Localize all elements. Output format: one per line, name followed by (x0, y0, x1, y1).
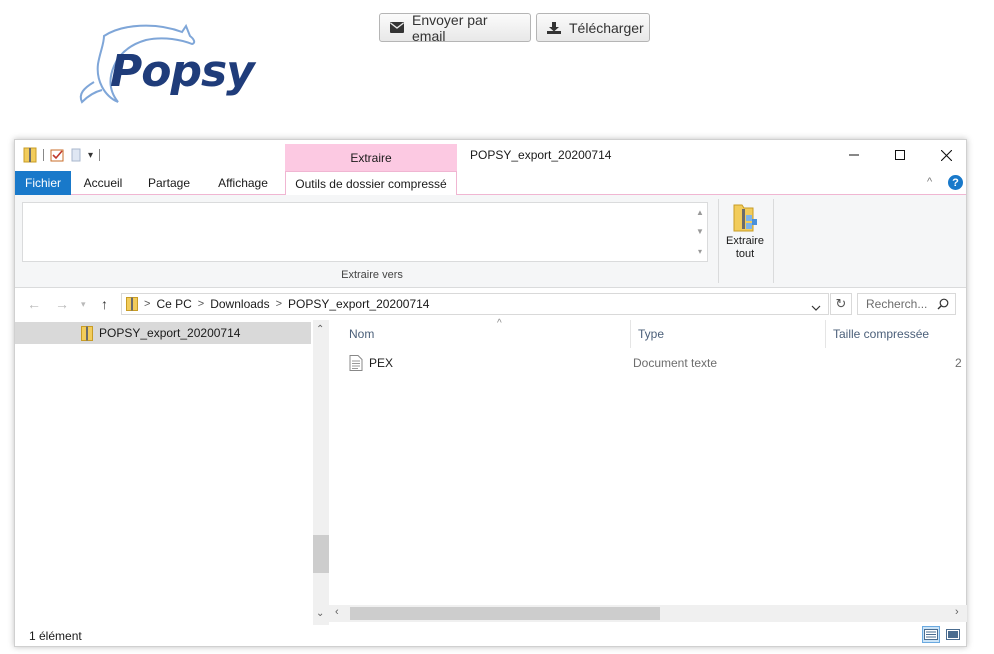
horizontal-scroll-thumb[interactable] (350, 607, 660, 620)
qat-separator (43, 149, 44, 161)
download-button[interactable]: Télécharger (536, 13, 650, 42)
ribbon-divider (718, 199, 719, 283)
refresh-button[interactable]: ↻ (830, 293, 852, 315)
gallery-scroller[interactable]: ▲ ▼ ▾ (693, 202, 708, 262)
minimize-icon (849, 154, 859, 156)
scroll-down-icon[interactable]: ⌄ (316, 608, 324, 619)
refresh-icon: ↻ (835, 296, 847, 311)
customize-qat-icon[interactable]: ▾ (88, 150, 93, 161)
ribbon-panel: ▲ ▼ ▾ Extraire vers Extraire tout (15, 195, 966, 288)
search-icon (937, 298, 949, 310)
collapse-ribbon-icon[interactable]: ^ (927, 176, 932, 188)
recent-locations-icon[interactable]: ▾ (81, 299, 86, 310)
maximize-button[interactable] (877, 140, 923, 170)
maximize-icon (895, 150, 905, 160)
extract-to-gallery[interactable] (22, 202, 708, 262)
close-icon (940, 149, 952, 161)
forward-icon[interactable]: → (55, 296, 69, 312)
breadcrumb-separator: > (197, 298, 205, 310)
extract-all-label-1: Extraire (726, 235, 764, 247)
extract-zip-icon (733, 204, 757, 232)
ribbon-tabs: Fichier Accueil Partage Affichage Outils… (15, 171, 966, 196)
breadcrumb-current-folder[interactable]: POPSY_export_20200714 (288, 297, 429, 311)
file-name: PEX (369, 356, 394, 370)
file-size: 2 (955, 356, 962, 370)
zip-folder-small-icon (81, 325, 93, 341)
breadcrumb-separator: > (144, 298, 151, 310)
quick-access-toolbar: ▾ (23, 146, 101, 164)
up-icon[interactable]: ↑ (101, 296, 108, 312)
breadcrumb-separator: > (275, 298, 283, 310)
search-input[interactable]: Recherch... (857, 293, 956, 315)
scroll-thumb[interactable] (313, 535, 329, 573)
extract-all-button[interactable]: Extraire tout (721, 201, 769, 265)
breadcrumb-this-pc[interactable]: Ce PC (156, 297, 191, 311)
window-title: POPSY_export_20200714 (470, 148, 612, 162)
status-bar: 1 élément (15, 625, 966, 647)
tab-view[interactable]: Affichage (209, 171, 277, 195)
send-email-label: Envoyer par email (412, 11, 488, 44)
extract-all-label-2: tout (735, 248, 755, 260)
tab-file[interactable]: Fichier (15, 171, 71, 195)
tab-compressed-folder-tools[interactable]: Outils de dossier compressé (285, 171, 457, 196)
address-bar[interactable]: > Ce PC > Downloads > POPSY_export_20200… (121, 293, 829, 315)
file-name-cell: PEX (349, 355, 633, 371)
zip-folder-icon[interactable] (23, 147, 37, 163)
explorer-window: ▾ Extraire POPSY_export_20200714 Fichier… (14, 139, 967, 647)
scroll-up-icon[interactable]: ⌃ (316, 324, 324, 335)
breadcrumb-downloads[interactable]: Downloads (210, 297, 269, 311)
scroll-right-icon[interactable]: › (955, 606, 959, 618)
scroll-left-icon[interactable]: ‹ (335, 606, 339, 618)
nav-item-label: POPSY_export_20200714 (99, 326, 241, 340)
minimize-button[interactable] (831, 140, 877, 170)
horizontal-scrollbar[interactable]: ‹ › (329, 605, 967, 622)
logo-text: Popsy (110, 46, 255, 97)
large-icons-view-icon (946, 629, 960, 640)
details-view-icon (924, 629, 938, 640)
send-email-button[interactable]: Envoyer par email (379, 11, 531, 44)
gallery-down-icon[interactable]: ▼ (696, 227, 704, 236)
column-type[interactable]: Type (632, 320, 826, 348)
address-dropdown-icon[interactable] (811, 298, 821, 316)
ribbon-group-label: Extraire vers (341, 269, 403, 281)
item-count: 1 élément (29, 629, 82, 643)
large-icons-view-button[interactable] (944, 626, 962, 643)
download-icon (547, 21, 561, 34)
details-view-button[interactable] (922, 626, 940, 643)
title-bar: ▾ Extraire POPSY_export_20200714 (15, 140, 966, 171)
file-type: Document texte (633, 356, 718, 370)
ribbon-divider-2 (773, 199, 774, 283)
envelope-icon (390, 22, 404, 33)
tab-share[interactable]: Partage (139, 171, 199, 195)
help-icon[interactable]: ? (948, 175, 963, 190)
popsy-logo: Popsy (74, 22, 255, 110)
text-document-icon (349, 355, 363, 371)
nav-item-popsy-export[interactable]: POPSY_export_20200714 (15, 322, 311, 344)
qat-separator-2 (99, 149, 101, 161)
navigation-scrollbar[interactable]: ⌃ ⌄ (313, 320, 329, 625)
download-label: Télécharger (569, 19, 644, 36)
gallery-more-icon[interactable]: ▾ (698, 247, 702, 256)
new-folder-icon[interactable] (70, 148, 82, 162)
tab-home[interactable]: Accueil (75, 171, 131, 195)
file-row[interactable]: PEX Document texte 2 (349, 352, 969, 374)
file-list: ^ Nom Type Taille compressée PEX Documen… (329, 318, 969, 610)
back-icon[interactable]: ← (27, 296, 41, 312)
context-tab-header: Extraire (285, 144, 457, 171)
properties-icon[interactable] (50, 148, 64, 162)
column-name[interactable]: Nom (329, 320, 631, 348)
search-placeholder: Recherch... (866, 297, 928, 311)
navigation-pane: POPSY_export_20200714 (15, 320, 313, 620)
column-compressed-size[interactable]: Taille compressée (827, 320, 967, 348)
gallery-up-icon[interactable]: ▲ (696, 208, 704, 217)
close-button[interactable] (923, 140, 969, 170)
zip-folder-small-icon (126, 297, 138, 311)
address-row: ← → ▾ ↑ > Ce PC > Downloads > POPSY_expo… (15, 290, 966, 318)
